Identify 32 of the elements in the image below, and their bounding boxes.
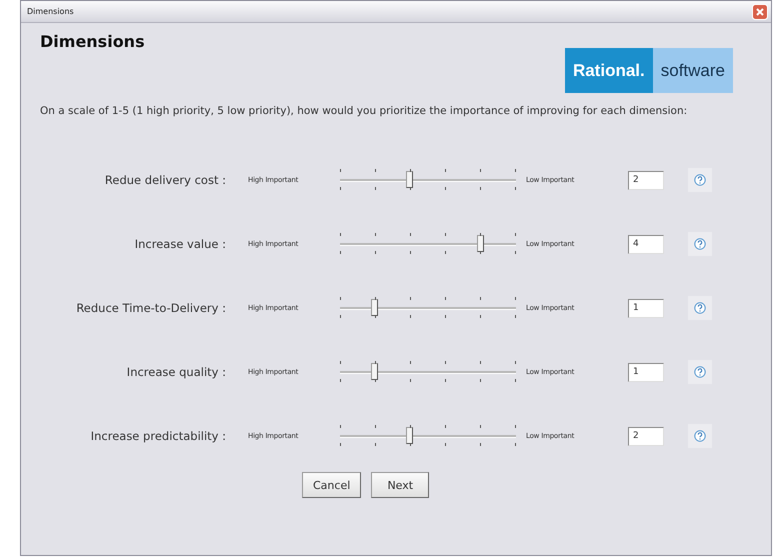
help-button[interactable] (688, 360, 712, 384)
slider-thumb[interactable] (371, 299, 378, 316)
help-button[interactable] (688, 168, 712, 192)
question-label: Increase value : (134, 237, 226, 251)
logo: Rational. software (564, 48, 733, 93)
help-icon (694, 174, 706, 186)
instructions-text: On a scale of 1-5 (1 high priority, 5 low priority), how would you prioritize the importance of improving for each dimension: (40, 105, 688, 118)
rating-field[interactable]: 2 (628, 170, 664, 190)
slider-thumb[interactable] (406, 427, 414, 444)
help-button[interactable] (688, 232, 712, 256)
question-label: Increase quality : (126, 365, 226, 379)
slider-thumb[interactable] (371, 363, 378, 380)
question-label: Increase predictability : (90, 429, 226, 443)
next-button[interactable]: Next (371, 472, 430, 498)
rating-field[interactable]: 2 (628, 426, 664, 446)
help-button[interactable] (688, 424, 712, 448)
dialog-heading: Dimensions (40, 32, 145, 51)
help-icon (694, 238, 706, 250)
rating-field[interactable]: 1 (628, 298, 664, 318)
question-label: Redue delivery cost : (104, 173, 226, 187)
close-button[interactable] (752, 4, 768, 20)
help-icon (694, 302, 706, 314)
rating-field[interactable]: 1 (628, 362, 664, 382)
slider-thumb[interactable] (406, 171, 414, 188)
help-icon (694, 366, 706, 378)
rating-field[interactable]: 4 (628, 234, 664, 254)
slider-thumb[interactable] (476, 235, 484, 252)
help-button[interactable] (688, 296, 712, 320)
window-title: Dimensions (27, 7, 74, 16)
question-label: Reduce Time-to-Delivery : (75, 301, 226, 315)
help-icon (694, 430, 706, 442)
cancel-button[interactable]: Cancel (302, 472, 362, 498)
